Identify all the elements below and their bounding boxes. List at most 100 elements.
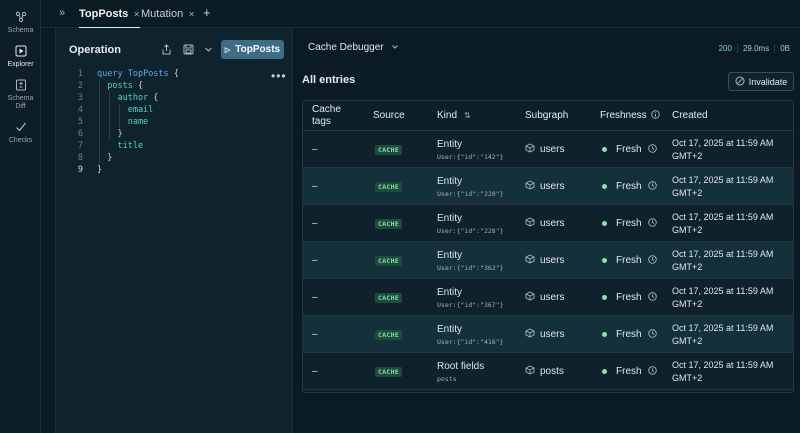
fresh-status-dot xyxy=(602,147,607,152)
code-token: posts xyxy=(97,81,138,91)
code-token: name xyxy=(97,117,149,127)
created-date: Oct 17, 2025 at 11:59 AM xyxy=(672,285,774,296)
rail-item-label: Schema xyxy=(7,27,34,34)
status-code: 200 xyxy=(718,44,732,53)
kind-label: Entity xyxy=(437,175,463,187)
table-row[interactable]: – CACHE Entity User:{"id":"416"} users Fresh O… xyxy=(303,316,793,353)
created-tz: GMT+2 xyxy=(672,298,703,309)
cell-source: CACHE xyxy=(375,242,403,279)
freshness-label: Fresh xyxy=(616,255,642,266)
cell-cache-tags: – xyxy=(312,181,318,192)
cell-kind: Entity User:{"id":"367"} xyxy=(437,279,504,316)
share-icon[interactable] xyxy=(159,42,173,56)
table-row[interactable]: – CACHE Entity User:{"id":"142"} users Fresh O… xyxy=(303,131,793,168)
code-text: } xyxy=(97,128,123,140)
code-text: query TopPosts { xyxy=(97,68,179,80)
cell-freshness: Fresh xyxy=(602,242,657,279)
code-token: author xyxy=(97,93,154,103)
tab-bar: » TopPosts ✕ Mutation ✕ + xyxy=(41,0,800,29)
freshness-label: Fresh xyxy=(616,366,642,377)
line-number: 7 xyxy=(77,141,83,151)
kind-key: User:{"id":"416"} xyxy=(437,337,504,346)
code-token: title xyxy=(97,141,144,151)
header-source: Source xyxy=(373,110,405,121)
code-text: posts { xyxy=(97,80,143,92)
cell-subgraph: users xyxy=(525,279,564,316)
more-options-icon[interactable]: ••• xyxy=(271,69,287,83)
invalidate-label: Invalidate xyxy=(748,76,788,87)
subgraph-name: users xyxy=(540,144,565,155)
line-number: 4 xyxy=(77,105,83,115)
clock-icon[interactable] xyxy=(647,329,657,340)
clock-icon[interactable] xyxy=(647,144,657,155)
kind-key: posts xyxy=(437,374,457,383)
invalidate-button[interactable]: Invalidate xyxy=(728,72,794,91)
cell-source: CACHE xyxy=(375,168,403,205)
freshness-label: Fresh xyxy=(616,329,642,340)
cell-freshness: Fresh xyxy=(602,131,657,168)
save-icon[interactable] xyxy=(181,42,195,56)
line-number: 3 xyxy=(77,93,83,103)
info-icon[interactable] xyxy=(650,109,660,123)
close-icon[interactable]: ✕ xyxy=(188,10,195,19)
clock-icon[interactable] xyxy=(647,181,657,192)
close-icon[interactable]: ✕ xyxy=(133,10,140,19)
code-token: email xyxy=(97,105,154,115)
code-text: email xyxy=(97,104,154,116)
chevron-down-icon xyxy=(391,43,399,53)
expand-sidebar-icon[interactable]: » xyxy=(59,7,65,19)
table-row[interactable]: – CACHE Entity User:{"id":"228"} users Fresh O… xyxy=(303,205,793,242)
kind-key: User:{"id":"228"} xyxy=(437,226,504,235)
cache-debugger-dropdown[interactable]: Cache Debugger xyxy=(308,42,399,53)
rail-item-explorer[interactable]: Explorer xyxy=(0,44,41,69)
add-tab-button[interactable]: + xyxy=(203,5,211,20)
clock-icon[interactable] xyxy=(647,366,657,377)
rail-item-checks[interactable]: Checks xyxy=(0,120,41,145)
subgraph-name: users xyxy=(540,292,565,303)
response-time: 29.0ms xyxy=(736,44,774,53)
line-number: 6 xyxy=(77,129,83,139)
source-badge: CACHE xyxy=(375,366,403,377)
filter-icon[interactable]: ⇅ xyxy=(464,110,471,122)
table-row[interactable]: – CACHE Entity User:{"id":"367"} users Fresh O… xyxy=(303,279,793,316)
rail-item-label: Checks xyxy=(8,137,33,144)
code-token: } xyxy=(97,165,103,175)
cube-icon xyxy=(525,291,535,304)
tab-mutation[interactable]: Mutation ✕ xyxy=(141,0,195,28)
cell-created: Oct 17, 2025 at 11:59 AM GMT+2 xyxy=(672,353,773,390)
code-text: title xyxy=(97,140,143,152)
source-badge: CACHE xyxy=(375,255,403,266)
run-operation-button[interactable]: ▷ TopPosts xyxy=(221,40,284,59)
freshness-label: Fresh xyxy=(616,181,642,192)
clock-icon[interactable] xyxy=(647,218,657,229)
ban-icon xyxy=(735,76,745,88)
header-kind[interactable]: Kind ⇅ xyxy=(437,101,471,131)
source-badge: CACHE xyxy=(375,181,403,192)
tab-topposts[interactable]: TopPosts ✕ xyxy=(79,0,140,29)
fresh-status-dot xyxy=(602,369,607,374)
rail-item-schema[interactable]: Schema xyxy=(0,10,41,35)
cell-kind: Root fields posts xyxy=(437,353,484,390)
table-row[interactable]: – CACHE Entity User:{"id":"362"} users Fresh O… xyxy=(303,242,793,279)
cube-icon xyxy=(525,180,535,193)
header-subgraph: Subgraph xyxy=(525,110,569,121)
cell-created: Oct 17, 2025 at 11:59 AM GMT+2 xyxy=(672,205,773,242)
cell-kind: Entity User:{"id":"362"} xyxy=(437,242,504,279)
cell-freshness: Fresh xyxy=(602,279,657,316)
clock-icon[interactable] xyxy=(647,255,657,266)
created-date: Oct 17, 2025 at 11:59 AM xyxy=(672,174,774,185)
subgraph-name: users xyxy=(540,181,565,192)
operation-title: Operation xyxy=(69,44,121,56)
rail-item-schema-diff[interactable]: Schema Diff xyxy=(0,78,41,111)
cell-kind: Entity User:{"id":"220"} xyxy=(437,168,504,205)
kind-label: Entity xyxy=(437,323,463,335)
clock-icon[interactable] xyxy=(647,292,657,303)
table-row[interactable]: – CACHE Root fields posts posts Fresh Oct 17, … xyxy=(303,353,793,390)
cell-source: CACHE xyxy=(375,279,403,316)
chevron-down-icon[interactable] xyxy=(201,42,215,56)
code-token: } xyxy=(97,129,123,139)
fresh-status-dot xyxy=(602,332,607,337)
source-badge: CACHE xyxy=(375,218,403,229)
cell-cache-tags: – xyxy=(312,366,318,377)
table-row[interactable]: – CACHE Entity User:{"id":"220"} users Fresh O… xyxy=(303,168,793,205)
